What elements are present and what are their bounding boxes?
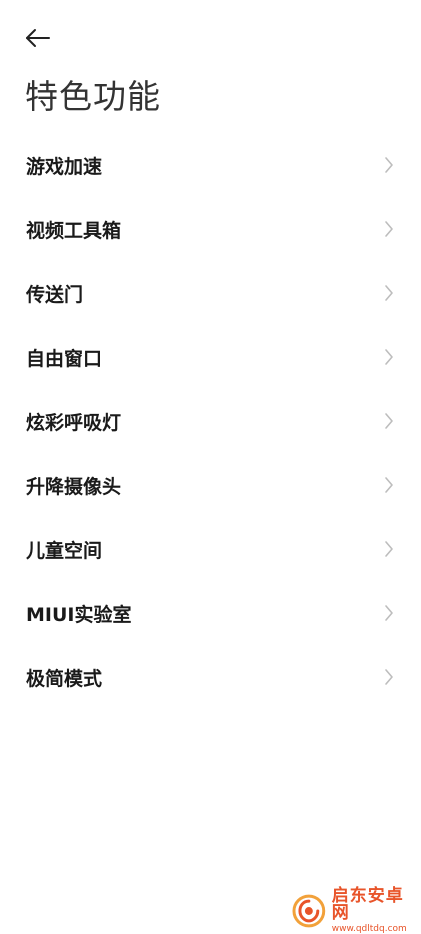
chevron-right-icon: [383, 220, 395, 238]
chevron-right-icon: [383, 348, 395, 366]
chevron-right-icon: [383, 540, 395, 558]
watermark-name: 启东安卓网: [331, 886, 404, 923]
menu-item-label: MIUI实验室: [26, 603, 132, 626]
back-button[interactable]: [18, 20, 58, 56]
site-watermark: 启东安卓网 www.qdltdq.com: [292, 888, 421, 934]
chevron-right-icon: [383, 412, 395, 430]
menu-item-portal[interactable]: 传送门: [0, 261, 421, 325]
chevron-right-icon: [383, 668, 395, 686]
menu-item-label: 视频工具箱: [26, 219, 122, 242]
menu-item-label: 游戏加速: [26, 155, 103, 178]
menu-item-label: 极简模式: [26, 667, 103, 690]
menu-item-minimal-mode[interactable]: 极简模式: [0, 645, 421, 709]
menu-item-label: 升降摄像头: [26, 475, 122, 498]
menu-item-label: 炫彩呼吸灯: [26, 411, 122, 434]
menu-item-free-window[interactable]: 自由窗口: [0, 325, 421, 389]
menu-item-breathing-light[interactable]: 炫彩呼吸灯: [0, 389, 421, 453]
watermark-text: 启东安卓网 www.qdltdq.com: [332, 888, 421, 934]
watermark-url: www.qdltdq.com: [331, 924, 407, 934]
chevron-right-icon: [383, 604, 395, 622]
menu-item-game-boost[interactable]: 游戏加速: [0, 133, 421, 197]
menu-item-label: 自由窗口: [26, 347, 103, 370]
feature-menu-list: 游戏加速 视频工具箱 传送门 自由窗口 炫彩呼吸灯 升降摄像头 儿童空间 MIU…: [0, 133, 421, 709]
menu-item-kids-space[interactable]: 儿童空间: [0, 517, 421, 581]
menu-item-video-toolbox[interactable]: 视频工具箱: [0, 197, 421, 261]
page-title: 特色功能: [25, 77, 161, 116]
chevron-right-icon: [383, 284, 395, 302]
menu-item-label: 传送门: [26, 283, 84, 306]
menu-item-miui-lab[interactable]: MIUI实验室: [0, 581, 421, 645]
menu-item-popup-camera[interactable]: 升降摄像头: [0, 453, 421, 517]
menu-item-label: 儿童空间: [26, 539, 103, 562]
chevron-right-icon: [383, 476, 395, 494]
chevron-right-icon: [383, 156, 395, 174]
arrow-left-icon: [26, 29, 50, 47]
watermark-logo-icon: [292, 894, 326, 928]
